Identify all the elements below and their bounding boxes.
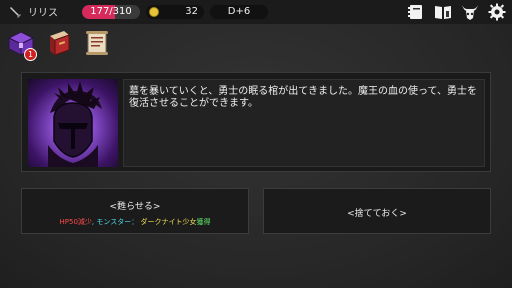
dagger-icon xyxy=(10,6,21,18)
revive-choice-effect: HP50減少, モンスター： ダークナイト少女獲得 xyxy=(22,218,248,227)
inventory-item-scroll[interactable] xyxy=(82,28,112,58)
gold-counter: 32 xyxy=(146,5,204,19)
inventory-item-chest[interactable]: 1 xyxy=(6,28,37,61)
red-book-icon xyxy=(50,31,70,56)
inventory-item-book[interactable] xyxy=(44,28,74,58)
effect-gain: 獲得 xyxy=(196,218,211,226)
effect-hp-loss: HP50減少 xyxy=(59,218,92,226)
scroll-icon xyxy=(86,31,108,55)
player-info: リリス xyxy=(8,4,58,19)
player-name: リリス xyxy=(28,8,58,19)
event-image xyxy=(28,79,118,167)
effect-monster-label: モンスター： xyxy=(96,218,139,226)
event-panel: 墓を暴いていくと、勇士の眠る棺が出てきました。魔王の血の使って、勇士を復活させる… xyxy=(21,72,491,172)
coin-icon xyxy=(149,7,159,17)
day-counter: D+6 xyxy=(210,5,268,19)
dark-knight-helmet-icon xyxy=(48,81,102,167)
effect-monster-name: ダークナイト少女 xyxy=(138,218,197,226)
book-icon[interactable] xyxy=(434,3,452,21)
gear-icon[interactable] xyxy=(488,3,506,21)
inventory-bar: 1 xyxy=(6,28,112,61)
notification-badge: 1 xyxy=(24,48,37,61)
discard-choice-button[interactable]: <捨てておく> xyxy=(263,188,491,234)
top-menu-icons xyxy=(407,3,506,21)
game-screen: リリス 177/310 32 D+6 1 墓を暴いていくと、勇士の眠る棺が出てき… xyxy=(0,0,512,288)
revive-choice-button[interactable]: <甦らせる> HP50減少, モンスター： ダークナイト少女獲得 xyxy=(21,188,249,234)
event-description: 墓を暴いていくと、勇士の眠る棺が出てきました。魔王の血の使って、勇士を復活させる… xyxy=(123,79,485,167)
revive-choice-title: <甦らせる> xyxy=(109,202,161,212)
top-status-bar: リリス 177/310 32 D+6 xyxy=(0,0,512,24)
notebook-icon[interactable] xyxy=(407,3,425,21)
gold-value: 32 xyxy=(185,6,198,17)
demon-horns-icon[interactable] xyxy=(461,3,479,21)
hp-bar: 177/310 xyxy=(82,5,140,19)
discard-choice-title: <捨てておく> xyxy=(347,209,407,219)
hp-text: 177/310 xyxy=(90,6,132,17)
